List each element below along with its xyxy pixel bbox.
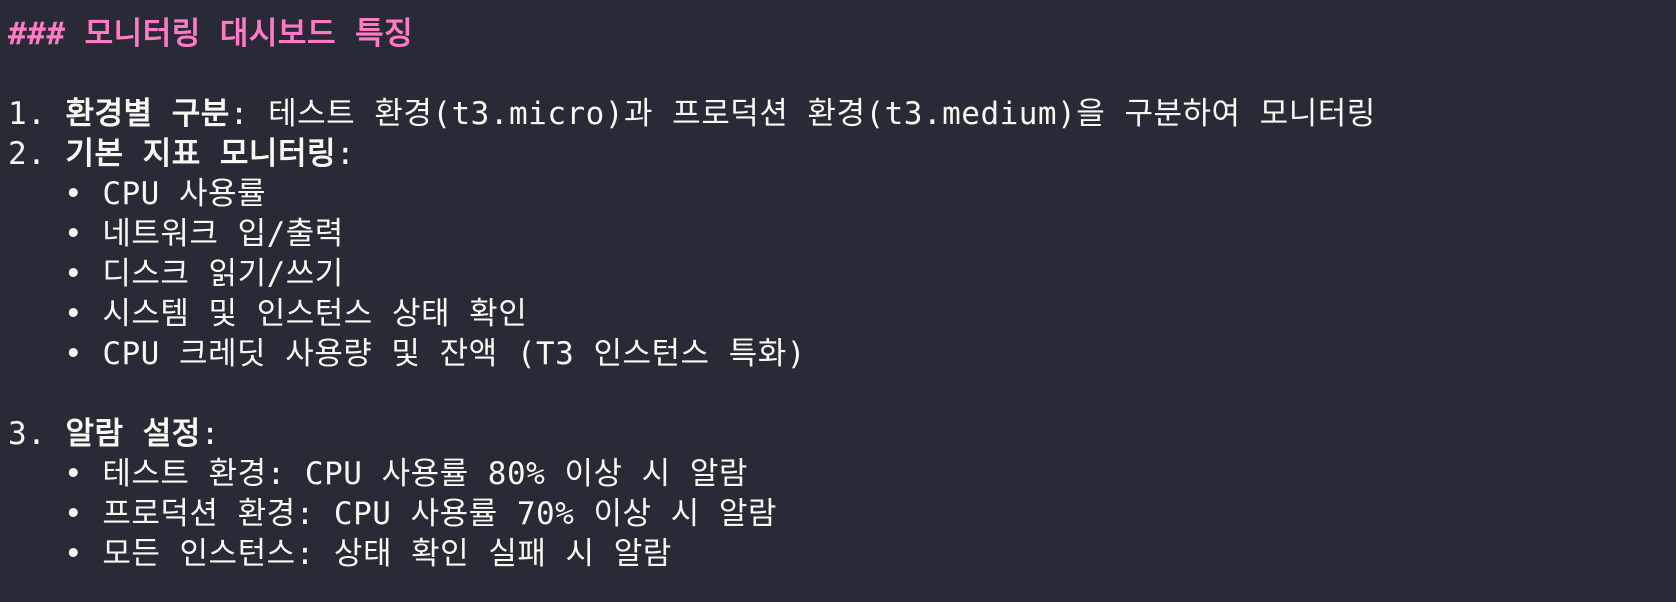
list-item-text: : 테스트 환경(t3.micro)과 프로덕션 환경(t3.medium)을 … bbox=[229, 96, 1376, 132]
bullet-item: • 프로덕션 환경: CPU 사용률 70% 이상 시 알람 bbox=[64, 496, 777, 532]
bullet-item: • 네트워크 입/출력 bbox=[64, 216, 344, 252]
list-item-text: : bbox=[200, 416, 220, 452]
section-heading: ### 모니터링 대시보드 특징 bbox=[8, 16, 414, 52]
list-item-title: 환경별 구분 bbox=[65, 96, 230, 132]
bullet-item: • 테스트 환경: CPU 사용률 80% 이상 시 알람 bbox=[64, 456, 748, 492]
list-item-text: : bbox=[336, 136, 356, 172]
bullet-item: • 모든 인스턴스: 상태 확인 실패 시 알람 bbox=[64, 536, 672, 572]
bullet-item: • 시스템 및 인스턴스 상태 확인 bbox=[64, 296, 528, 332]
bullet-item: • CPU 사용률 bbox=[64, 176, 267, 212]
list-item-1: 1. 환경별 구분: 테스트 환경(t3.micro)과 프로덕션 환경(t3.… bbox=[8, 94, 1676, 134]
list-number: 2. bbox=[8, 136, 47, 172]
bullet-item: • 디스크 읽기/쓰기 bbox=[64, 256, 344, 292]
bullet-item: • CPU 크레딧 사용량 및 잔액 (T3 인스턴스 특화) bbox=[64, 336, 806, 372]
markdown-terminal-view: ### 모니터링 대시보드 특징 1. 환경별 구분: 테스트 환경(t3.mi… bbox=[0, 0, 1676, 602]
list-number: 1. bbox=[8, 96, 47, 132]
list-item-2: 2. 기본 지표 모니터링: bbox=[8, 134, 1676, 174]
list-item-title: 기본 지표 모니터링 bbox=[65, 136, 336, 172]
list-item-3: 3. 알람 설정: bbox=[8, 414, 1676, 454]
list-number: 3. bbox=[8, 416, 47, 452]
list-item-title: 알람 설정 bbox=[65, 416, 201, 452]
